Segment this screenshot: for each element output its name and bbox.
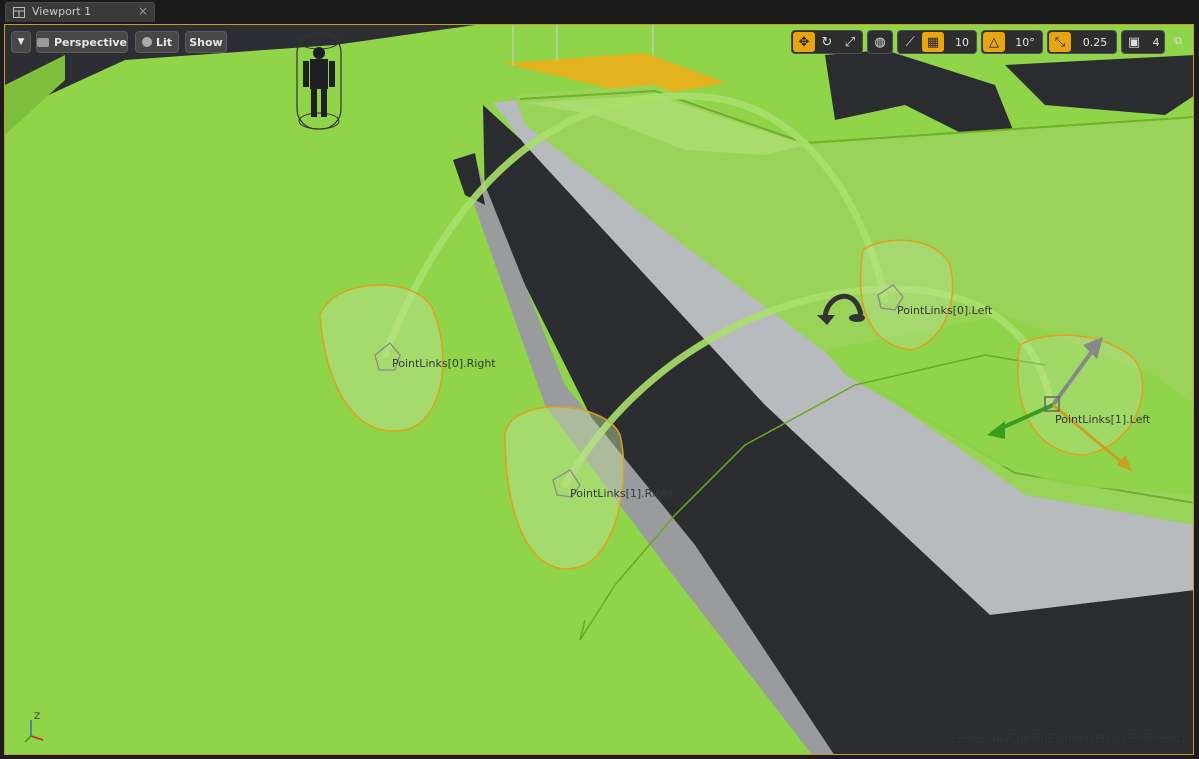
camera-icon [37, 37, 49, 47]
viewport-options-button[interactable]: ▼ [11, 31, 31, 53]
scale-icon[interactable]: ⤢ [839, 32, 861, 52]
close-icon[interactable]: × [138, 4, 148, 18]
scale-snap-group: ⤡ 0.25 [1047, 30, 1117, 54]
link0-right-label: PointLinks[0].Right [392, 357, 496, 370]
sphere-icon [141, 37, 152, 47]
lit-label: Lit [155, 35, 173, 49]
viewport-layout-icon [13, 7, 25, 18]
camera-speed-group: ▣ 4 [1121, 30, 1165, 54]
link1-right-label: PointLinks[1].Right [570, 487, 674, 500]
surface-snap-icon[interactable]: ⟋ [899, 32, 921, 52]
world-icon[interactable]: ◍ [869, 32, 891, 52]
perspective-label: Perspective [53, 35, 127, 49]
tab-bar: Viewport 1 × [0, 0, 1199, 24]
grid-snap-value[interactable]: 10 [948, 32, 976, 52]
coordinate-system: ◍ [867, 30, 893, 54]
camera-speed-icon[interactable]: ▣ [1123, 32, 1145, 52]
show-label: Show [189, 35, 223, 49]
scene-view[interactable] [5, 25, 1194, 755]
scale-snap-icon[interactable]: ⤡ [1049, 32, 1071, 52]
scale-snap-value[interactable]: 0.25 [1074, 32, 1116, 52]
lit-button[interactable]: Lit [135, 31, 179, 53]
camera-speed-value[interactable]: 4 [1148, 32, 1164, 52]
show-button[interactable]: Show [185, 31, 227, 53]
viewport-canvas[interactable]: ▼ Perspective Lit Show ✥ ↻ ⤢ ◍ ⟋ ▦ 10 △ … [4, 24, 1194, 755]
perspective-button[interactable]: Perspective [36, 31, 128, 53]
axis-z-label: Z [34, 712, 40, 722]
transform-tools: ✥ ↻ ⤢ [791, 30, 863, 54]
link0-left-label: PointLinks[0].Left [897, 304, 993, 317]
link1-left-label: PointLinks[1].Left [1055, 413, 1151, 426]
rotate-icon[interactable]: ↻ [816, 32, 838, 52]
maximize-icon[interactable]: ⧉ [1169, 31, 1187, 51]
grid-snap-group: ⟋ ▦ 10 [897, 30, 977, 54]
rotation-snap-group: △ 10° [981, 30, 1043, 54]
tab-viewport[interactable]: Viewport 1 × [5, 2, 155, 22]
level-status: Level: NavigationExampleMap (Persistent) [952, 732, 1185, 745]
translate-icon[interactable]: ✥ [793, 32, 815, 52]
grid-icon[interactable]: ▦ [922, 32, 944, 52]
axis-gizmo: Z [24, 712, 44, 743]
tab-title: Viewport 1 [32, 5, 92, 18]
chevron-down-icon: ▼ [17, 37, 25, 47]
rotation-snap-value[interactable]: 10° [1008, 32, 1042, 52]
rotation-snap-icon[interactable]: △ [983, 32, 1005, 52]
